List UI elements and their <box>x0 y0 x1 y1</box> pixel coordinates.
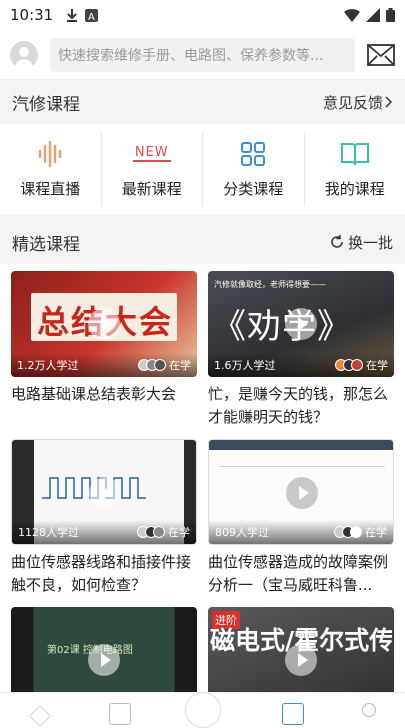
course-card[interactable]: 总结大会 1.2万人学过 在学 电路基础课总结表彰大会 <box>11 271 197 439</box>
bottom-nav <box>0 692 405 720</box>
thumbnail-caption: 汽修就像取经，老师得想要—— <box>214 279 326 290</box>
featured-header: 精选课程 换一批 <box>0 220 405 264</box>
learning-status: 在学 <box>168 524 190 540</box>
learner-count: 809人学过 <box>215 524 269 540</box>
quick-label: 最新课程 <box>122 178 182 199</box>
grid-icon <box>240 141 266 167</box>
learner-count: 1128人学过 <box>18 524 79 540</box>
course-thumbnail: 总结大会 1.2万人学过 在学 <box>11 271 197 377</box>
quick-menu: 课程直播 NEW 最新课程 分类课程 我的课程 <box>0 124 405 220</box>
play-icon[interactable] <box>285 308 317 340</box>
feedback-label: 意见反馈 <box>323 92 383 113</box>
course-grid: 总结大会 1.2万人学过 在学 电路基础课总结表彰大会 汽修就像取经，老师得想要… <box>0 271 405 697</box>
play-icon[interactable] <box>88 308 120 340</box>
course-section-header: 汽修课程 意见反馈 <box>0 80 405 124</box>
course-thumbnail: 汽修就像取经，老师得想要—— 《劝学》 1.6万人学过 在学 <box>208 271 394 377</box>
svg-text:A: A <box>88 12 95 22</box>
mail-icon[interactable] <box>367 44 395 66</box>
play-icon[interactable] <box>285 644 317 676</box>
quick-live-courses[interactable]: 课程直播 <box>0 132 102 206</box>
course-title: 曲位传感器造成的故障案例分析一（宝马威旺科鲁... <box>208 551 394 597</box>
live-audio-icon <box>36 140 64 168</box>
quick-label: 分类课程 <box>223 178 283 199</box>
course-card[interactable]: 进阶 磁电式/霍尔式传感器 <box>208 607 394 697</box>
course-card[interactable]: 第02课 控制电路图 <box>11 607 197 697</box>
quick-my-courses[interactable]: 我的课程 <box>305 132 405 206</box>
course-thumbnail: 1128人学过 在学 <box>11 439 197 545</box>
course-title: 电路基础课总结表彰大会 <box>11 383 197 406</box>
course-thumbnail: 809人学过 在学 <box>208 439 394 545</box>
avatars-icon <box>141 526 165 538</box>
thumbnail-text: 《劝学》 <box>212 299 352 348</box>
quick-category-courses[interactable]: 分类课程 <box>203 132 305 206</box>
manual-icon[interactable] <box>109 703 131 725</box>
play-icon[interactable] <box>89 477 121 509</box>
course-card[interactable]: 809人学过 在学 曲位传感器造成的故障案例分析一（宝马威旺科鲁... <box>208 439 394 607</box>
learner-count: 1.6万人学过 <box>214 357 276 373</box>
course-card[interactable]: 1128人学过 在学 曲位传感器线路和插接件接触不良，如何检查？ <box>11 439 197 607</box>
status-bar: 10:31 A <box>0 0 405 30</box>
home-icon[interactable] <box>29 705 51 727</box>
search-bar: 快速搜索维修手册、电路图、保养参数等... <box>0 30 405 80</box>
refresh-label: 换一批 <box>348 232 393 253</box>
avatars-icon <box>338 526 362 538</box>
profile-icon[interactable] <box>362 703 376 717</box>
play-icon[interactable] <box>88 644 120 676</box>
avatars-icon <box>339 359 363 371</box>
play-icon[interactable] <box>286 477 318 509</box>
quick-label: 我的课程 <box>325 178 385 199</box>
learning-status: 在学 <box>365 524 387 540</box>
feedback-link[interactable]: 意见反馈 <box>323 92 393 113</box>
course-title: 忙，是赚今天的钱，那怎么才能赚明天的钱？ <box>208 383 394 429</box>
battery-icon <box>386 8 395 22</box>
featured-title: 精选课程 <box>12 230 80 255</box>
refresh-button[interactable]: 换一批 <box>330 232 393 253</box>
avatar[interactable] <box>10 41 38 69</box>
refresh-icon <box>330 235 344 249</box>
a-notification-icon: A <box>85 9 98 22</box>
ask-question-button[interactable] <box>185 692 221 728</box>
course-tab-icon[interactable] <box>282 703 304 725</box>
learner-count: 1.2万人学过 <box>17 357 79 373</box>
learning-status: 在学 <box>169 357 191 373</box>
quick-new-courses[interactable]: NEW 最新课程 <box>102 132 204 206</box>
course-title: 曲位传感器线路和插接件接触不良，如何检查？ <box>11 551 197 597</box>
course-card[interactable]: 汽修就像取经，老师得想要—— 《劝学》 1.6万人学过 在学 忙，是赚今天的钱，… <box>208 271 394 439</box>
wifi-icon <box>344 8 360 22</box>
search-input[interactable]: 快速搜索维修手册、电路图、保养参数等... <box>50 38 355 72</box>
chevron-right-icon <box>385 96 393 108</box>
book-icon <box>340 141 370 167</box>
quick-label: 课程直播 <box>20 178 80 199</box>
section-title: 汽修课程 <box>12 90 80 115</box>
new-badge-icon: NEW <box>133 145 171 162</box>
signal-icon <box>366 8 380 22</box>
download-icon <box>65 8 79 22</box>
learning-status: 在学 <box>366 357 388 373</box>
status-time: 10:31 <box>10 6 53 24</box>
avatars-icon <box>142 359 166 371</box>
